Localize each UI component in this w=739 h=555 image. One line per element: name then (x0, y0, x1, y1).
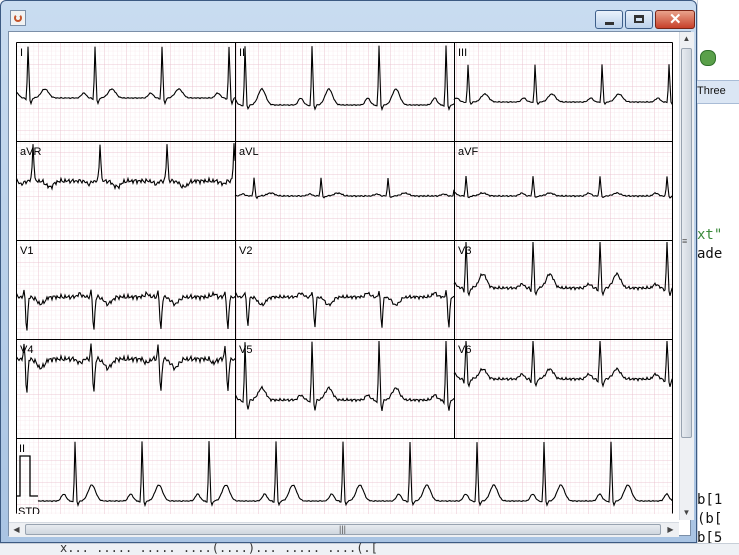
java-cup-icon (10, 10, 26, 26)
ecg-viewer-window: ✕ I II III aVR aVL aVF V1 V2 V3 V4 V5 V6 II STD ▲ ≡ ▼ (0, 0, 697, 543)
close-icon: ✕ (669, 11, 682, 28)
ide-bottom-text: x... ..... ..... ....(....)... ..... ...… (60, 541, 378, 555)
lead-label-avl: aVL (239, 146, 259, 158)
code-line: b[1 (697, 492, 723, 508)
calibration-label: STD (18, 506, 40, 514)
grip-icon: ≡ (682, 236, 688, 246)
vertical-scrollbar[interactable]: ▲ ≡ ▼ (679, 32, 694, 520)
minimize-icon (605, 22, 614, 25)
maximize-button[interactable] (625, 10, 653, 29)
lead-label-v3: V3 (458, 245, 471, 257)
lead-label-v6: V6 (458, 344, 471, 356)
code-line: (b[ (697, 511, 723, 527)
ecg-client-area: I II III aVR aVL aVF V1 V2 V3 V4 V5 V6 II STD ▲ ≡ ▼ ◀… (8, 31, 694, 537)
run-icon[interactable] (700, 50, 716, 66)
minimize-button[interactable] (595, 10, 623, 29)
lead-label-v4: V4 (20, 344, 33, 356)
code-line: ade (697, 246, 723, 262)
grip-icon: ||| (339, 524, 347, 534)
lead-label-i: I (20, 47, 23, 59)
ide-tab-bar[interactable]: Three (697, 80, 739, 104)
lead-label-avr: aVR (20, 146, 41, 158)
lead-label-v2: V2 (239, 245, 252, 257)
ecg-chart: I II IIIaVR aVL aVFV1 V2 V3V4 V5 V6IISTD (16, 42, 673, 514)
scroll-left-arrow-icon[interactable]: ◀ (10, 523, 23, 537)
horizontal-scrollbar[interactable]: ◀ ||| ▶ (9, 522, 679, 537)
code-line: xt" (697, 227, 723, 243)
ide-tab-label[interactable]: Three (697, 85, 726, 97)
lead-label-ii: II (239, 47, 245, 59)
maximize-icon (634, 15, 644, 23)
lead-label-v1: V1 (20, 245, 33, 257)
rhythm-lead-label: II (19, 443, 25, 455)
lead-label-iii: III (458, 47, 467, 59)
close-button[interactable]: ✕ (655, 10, 695, 29)
scroll-down-arrow-icon[interactable]: ▼ (680, 506, 693, 520)
lead-label-v5: V5 (239, 344, 252, 356)
scroll-right-arrow-icon[interactable]: ▶ (664, 523, 677, 537)
title-bar[interactable]: ✕ (1, 1, 696, 31)
lead-label-avf: aVF (458, 146, 478, 158)
scroll-up-arrow-icon[interactable]: ▲ (680, 32, 693, 46)
ecg-grid (16, 42, 673, 514)
